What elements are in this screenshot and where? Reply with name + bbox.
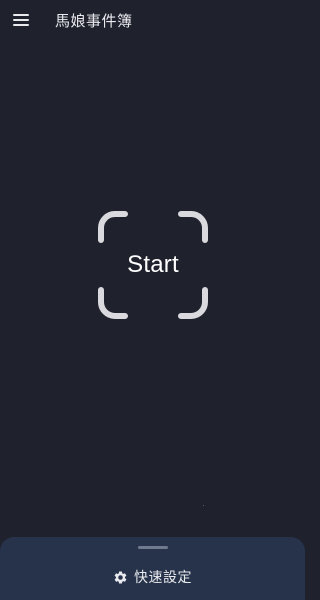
app-title: 馬娘事件簿	[55, 12, 133, 30]
start-button[interactable]: Start	[97, 210, 209, 320]
gear-icon	[114, 571, 127, 584]
hamburger-menu-icon[interactable]	[13, 13, 29, 27]
app-bar: 馬娘事件簿	[0, 0, 305, 42]
quick-settings-label: 快速設定	[134, 570, 192, 586]
bottom-sheet[interactable]: 快速設定	[0, 537, 305, 600]
decorative-dot	[203, 505, 204, 506]
sheet-drag-handle[interactable]	[138, 546, 168, 549]
quick-settings-button[interactable]: 快速設定	[0, 565, 305, 589]
start-label: Start	[127, 251, 179, 278]
